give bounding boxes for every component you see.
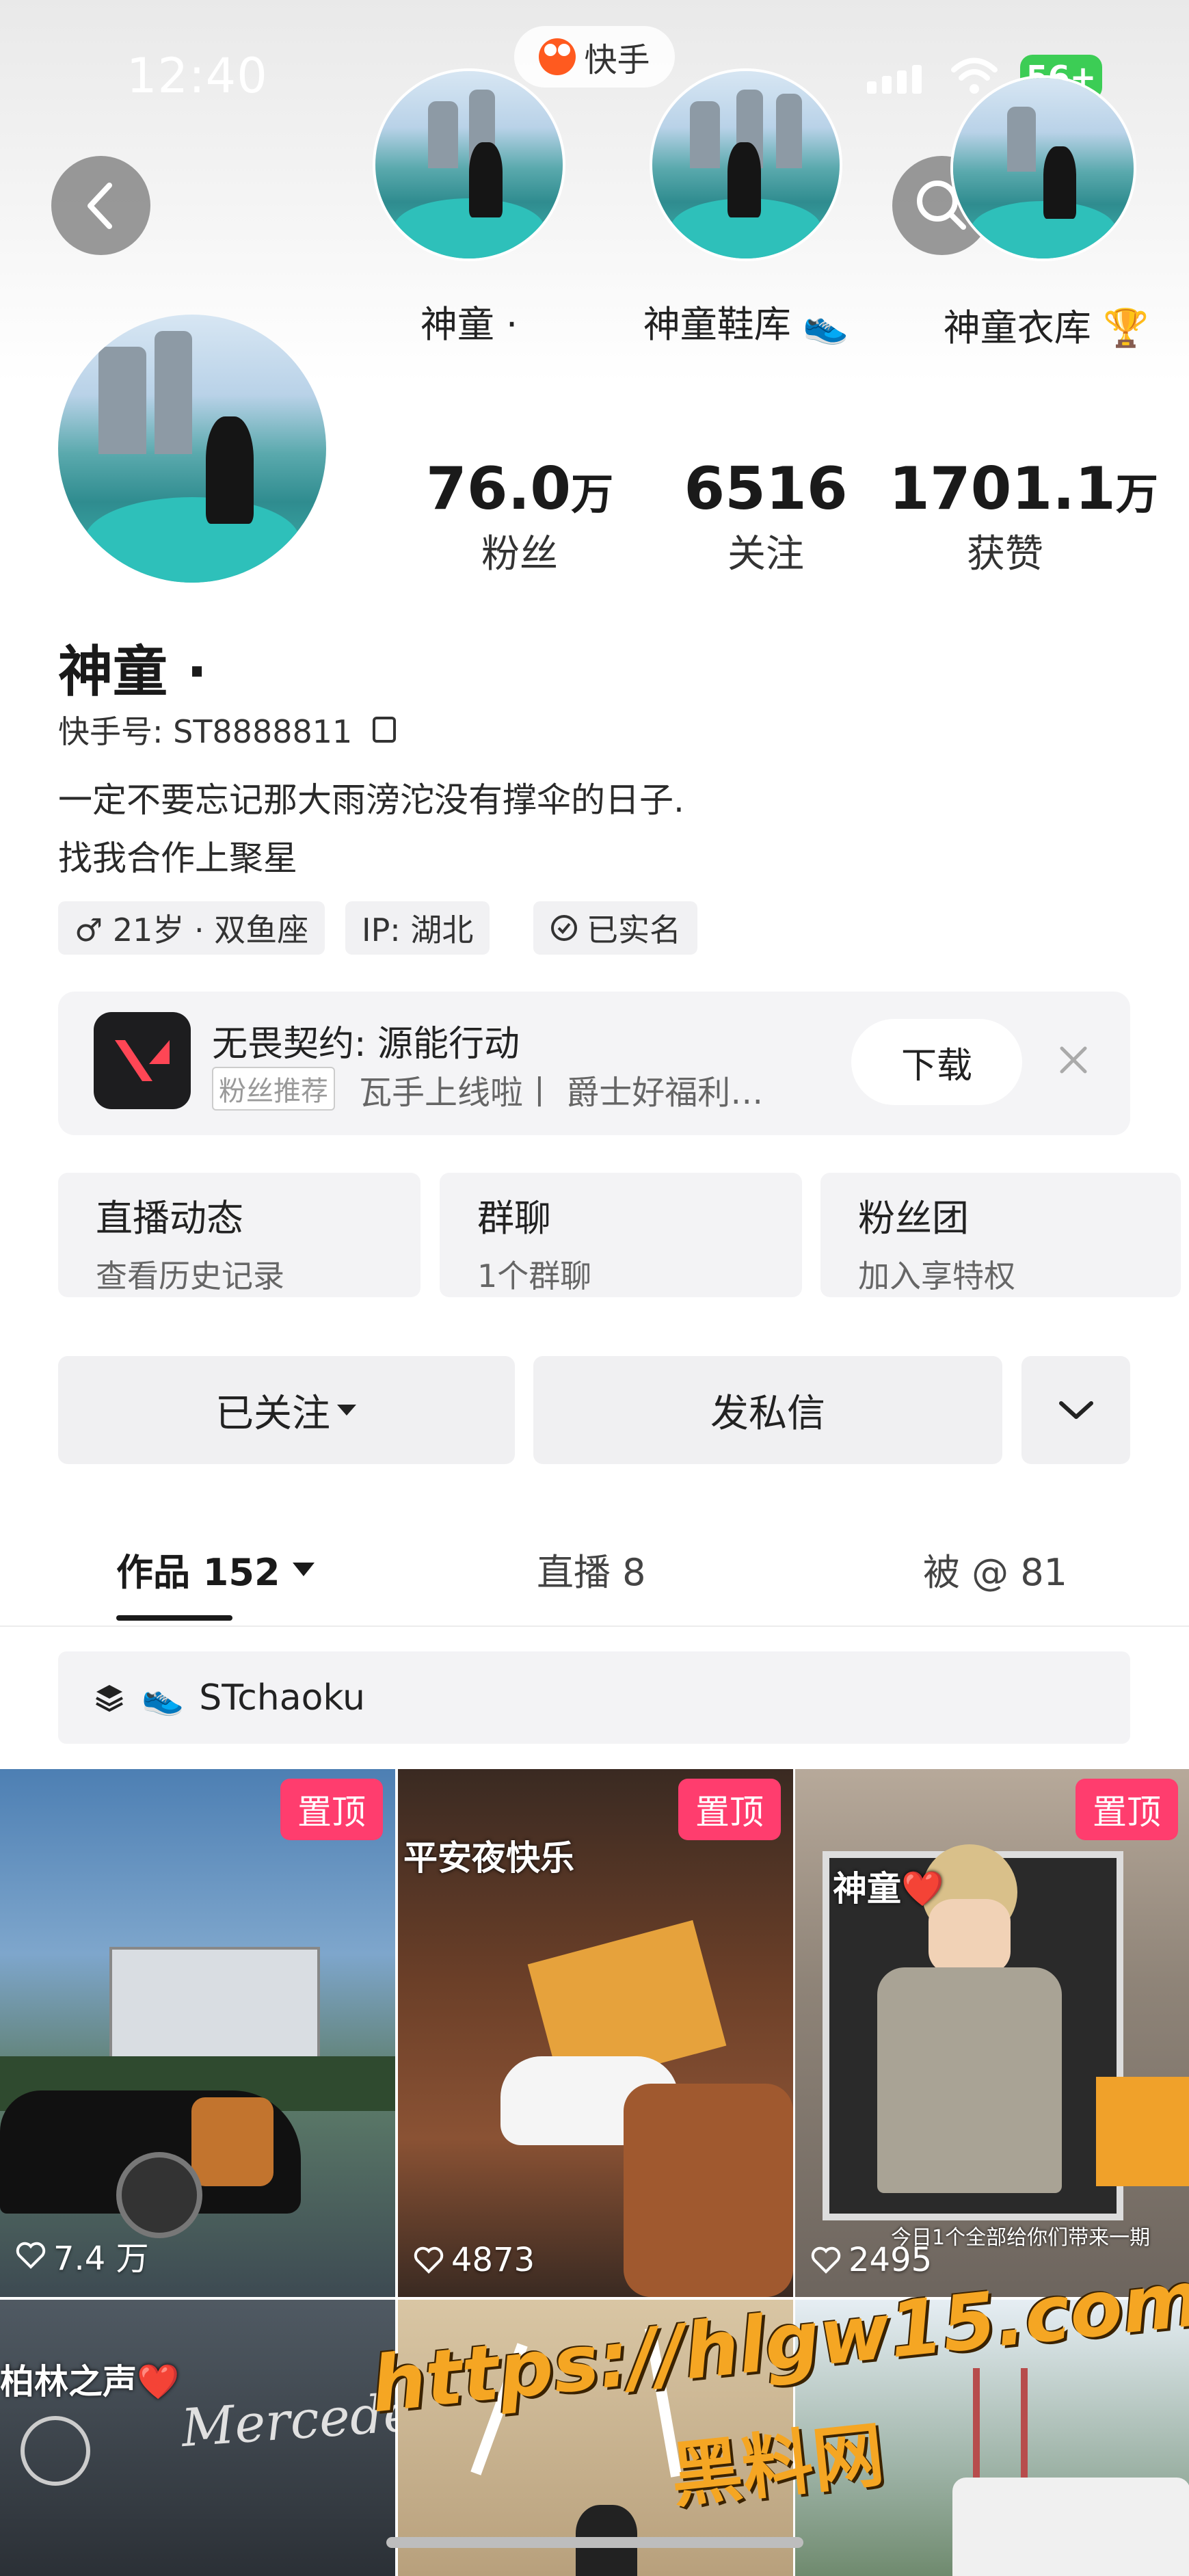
video-tile[interactable]: Mercedes 柏林之声❤️ [0, 2300, 395, 2576]
kuaishou-id: 快手号: ST8888811 [58, 707, 397, 752]
video-likes: 2495 [810, 2241, 932, 2279]
caret-down-icon [292, 1562, 315, 1576]
tab-live[interactable]: 直播 8 [537, 1542, 646, 1596]
heart-icon [16, 2242, 46, 2269]
story-avatar [950, 75, 1136, 261]
card-group-chat[interactable]: 群聊 1个群聊 [440, 1173, 802, 1297]
story-avatar [650, 68, 842, 261]
profile-name: 神童 · [58, 640, 208, 704]
tab-works[interactable]: 作品 152 [116, 1542, 317, 1596]
back-button[interactable] [51, 156, 150, 255]
stat-followers[interactable]: 76.0万 粉丝 [410, 455, 629, 579]
tag-age: ♂ 21岁 · 双鱼座 [58, 901, 325, 955]
message-button[interactable]: 发私信 [533, 1356, 1002, 1464]
pinned-badge: 置顶 [678, 1779, 781, 1840]
ad-banner[interactable]: 无畏契约: 源能行动 粉丝推荐 瓦手上线啦丨 爵士好福利… 下载 [58, 992, 1130, 1135]
valorant-app-icon [94, 1012, 191, 1109]
bio-line: 一定不要忘记那大雨滂沱没有撑伞的日子. [58, 780, 684, 820]
video-tile[interactable]: 神童❤️ 今日1个全部给你们带来一期 置顶 2495 [795, 1769, 1189, 2297]
cellular-signal-icon [867, 65, 922, 94]
heart-icon [414, 2246, 444, 2274]
stat-likes[interactable]: 1701.1万 获赞 [889, 455, 1158, 579]
tag-verified: 已实名 [533, 901, 697, 955]
copy-icon[interactable] [373, 717, 397, 743]
divider [0, 1625, 1189, 1627]
status-time: 12:40 [126, 48, 268, 104]
layers-icon [96, 1684, 123, 1712]
video-tile[interactable]: 置顶 7.4 万 [0, 1769, 395, 2297]
story-label: 神童衣库 🏆 [943, 306, 1149, 349]
card-fan-club[interactable]: 粉丝团 加入享特权 [820, 1173, 1181, 1297]
ad-badge: 粉丝推荐 [212, 1067, 335, 1111]
download-button[interactable]: 下载 [851, 1019, 1022, 1105]
profile-avatar[interactable] [58, 315, 326, 583]
heart-icon [811, 2246, 841, 2274]
tag-ip: IP: 湖北 [345, 901, 490, 955]
story-label: 神童 · [420, 303, 518, 346]
video-likes: 4873 [413, 2241, 535, 2279]
pinned-badge: 置顶 [1076, 1779, 1178, 1840]
more-button[interactable] [1021, 1356, 1130, 1464]
sneaker-icon: 👟 [142, 1677, 185, 1717]
tab-active-indicator [116, 1615, 232, 1621]
video-caption: 神童❤️ [833, 1869, 944, 1909]
story-item-1[interactable] [373, 68, 565, 261]
ad-description: 瓦手上线啦丨 爵士好福利… [359, 1074, 764, 1112]
video-tile[interactable]: 平安夜快乐 置顶 4873 [398, 1769, 793, 2297]
collection-filter[interactable]: 👟 STchaoku [58, 1651, 1130, 1744]
tab-mentions[interactable]: 被 @ 81 [923, 1542, 1067, 1596]
bio-line: 找我合作上聚星 [58, 838, 297, 878]
pinned-badge: 置顶 [280, 1779, 383, 1840]
story-avatar [373, 68, 565, 261]
card-live-history[interactable]: 直播动态 查看历史记录 [58, 1173, 420, 1297]
story-item-2[interactable] [650, 68, 842, 261]
video-likes: 7.4 万 [15, 2231, 149, 2279]
verified-icon [551, 915, 577, 941]
video-caption: 柏林之声❤️ [0, 2362, 180, 2402]
caret-down-icon [337, 1405, 356, 1416]
ad-title: 无畏契约: 源能行动 [212, 1024, 520, 1065]
story-label: 神童鞋库 👟 [643, 303, 849, 346]
app-name: 快手 [584, 41, 650, 79]
close-icon[interactable] [1050, 1036, 1097, 1084]
story-item-3[interactable] [950, 75, 1136, 261]
stat-following[interactable]: 6516 关注 [656, 455, 875, 579]
chevron-left-icon [87, 182, 112, 229]
video-caption: 平安夜快乐 [403, 1838, 574, 1878]
chevron-down-icon [1058, 1401, 1093, 1419]
home-indicator[interactable] [386, 2537, 803, 2548]
followed-button[interactable]: 已关注 [58, 1356, 515, 1464]
